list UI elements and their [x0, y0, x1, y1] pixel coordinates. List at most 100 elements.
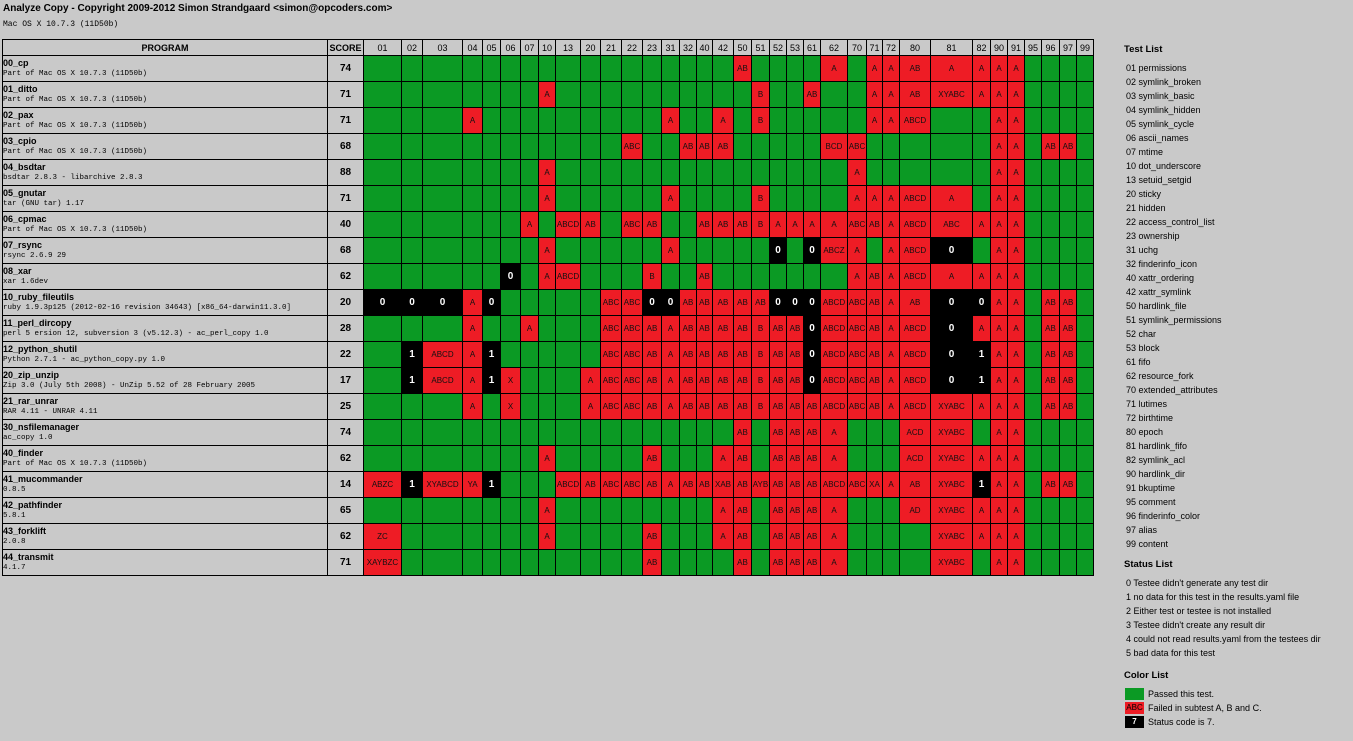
result-cell [401, 393, 423, 420]
result-cell: AB [803, 419, 821, 446]
result-cell [482, 107, 501, 134]
result-cell [482, 445, 501, 472]
result-cell [363, 263, 402, 290]
result-cell [899, 133, 931, 160]
result-cell: A [866, 107, 883, 134]
result-cell [661, 445, 680, 472]
result-cell [769, 185, 787, 212]
result-cell [803, 263, 821, 290]
result-cell: AB [803, 549, 821, 576]
result-cell [1059, 523, 1077, 550]
result-cell: AB [769, 497, 787, 524]
result-cell: AB [866, 393, 883, 420]
program-cell: 21_rar_unrar RAR 4.11 - UNRAR 4.11 [2, 393, 328, 420]
result-cell: A [882, 367, 900, 394]
result-cell [866, 133, 883, 160]
result-cell [555, 107, 581, 134]
result-cell [679, 211, 697, 238]
result-cell [462, 445, 483, 472]
result-cell [679, 159, 697, 186]
result-cell [972, 185, 991, 212]
result-cell: A [990, 367, 1008, 394]
result-cell: ABC [847, 289, 867, 316]
result-cell [482, 55, 501, 82]
result-cell [500, 159, 521, 186]
result-cell: 0 [401, 289, 423, 316]
result-cell [555, 393, 581, 420]
test-column-header: 31 [661, 39, 680, 56]
result-cell [751, 445, 770, 472]
result-cell [1059, 159, 1077, 186]
score-cell: 17 [327, 367, 364, 394]
result-cell [972, 549, 991, 576]
table-row: 10_ruby_fileutils ruby 1.9.3p125 (2012-02… [2, 289, 1094, 316]
result-cell [712, 185, 734, 212]
result-cell: A [538, 237, 556, 264]
result-cell: A [847, 263, 867, 290]
result-cell: B [751, 315, 770, 342]
program-version: Python 2.7.1 - ac_python_copy.py 1.0 [3, 356, 166, 364]
result-cell [1076, 133, 1094, 160]
test-list: 01 permissions 02 symlink_broken 03 symlin… [1124, 61, 1350, 551]
result-cell: 0 [500, 263, 521, 290]
result-cell: A [1007, 211, 1025, 238]
table-header-row: PROGRAM SCORE 01 02 03 04 05 06 07 10 13 20 21 22 23… [2, 39, 1094, 56]
test-list-item: 40 xattr_ordering [1126, 273, 1195, 283]
result-cell [621, 185, 643, 212]
result-cell: A [882, 263, 900, 290]
test-list-item: 03 symlink_basic [1126, 91, 1195, 101]
result-cell: A [580, 367, 601, 394]
result-cell: 0 [786, 289, 804, 316]
result-cell [679, 237, 697, 264]
result-cell [1059, 185, 1077, 212]
test-column-header: 81 [930, 39, 973, 56]
result-cell [1059, 263, 1077, 290]
result-cell [580, 497, 601, 524]
result-cell [679, 107, 697, 134]
result-cell: ABCD [820, 393, 848, 420]
result-cell: XYABC [930, 393, 973, 420]
result-cell [642, 81, 662, 108]
program-cell: 01_ditto Part of Mac OS X 10.7.3 (11D50b) [2, 81, 328, 108]
result-cell: A [866, 185, 883, 212]
result-cell: XAB [712, 471, 734, 498]
result-cell [363, 185, 402, 212]
program-name: 04_bsdtar [3, 162, 46, 172]
page-subtitle: Mac OS X 10.7.3 (11D50b) [3, 20, 119, 29]
result-cell: AB [696, 133, 713, 160]
result-cell: BCD [820, 133, 848, 160]
result-cell: A [462, 107, 483, 134]
result-cell [696, 523, 713, 550]
result-cell: A [1007, 107, 1025, 134]
test-list-item: 70 extended_attributes [1126, 385, 1218, 395]
result-cell [1076, 523, 1094, 550]
result-cell [555, 315, 581, 342]
result-cell [661, 523, 680, 550]
result-cell [520, 523, 539, 550]
result-cell: AB [679, 471, 697, 498]
result-cell: AB [642, 341, 662, 368]
result-cell [422, 159, 463, 186]
result-cell: A [1007, 445, 1025, 472]
test-column-header: 53 [786, 39, 804, 56]
result-cell: ABC [621, 211, 643, 238]
result-cell [520, 549, 539, 576]
result-cell [803, 55, 821, 82]
result-cell [520, 497, 539, 524]
table-row: 43_forklift 2.0.8 62 ZC A AB A AB AB AB AB A XYABC A A… [2, 523, 1094, 550]
result-cell: ABC [600, 289, 622, 316]
result-cell [1076, 81, 1094, 108]
program-name: 20_zip_unzip [3, 370, 60, 380]
program-version: Part of Mac OS X 10.7.3 (11D50b) [3, 96, 148, 104]
result-cell [1024, 289, 1042, 316]
result-cell [555, 367, 581, 394]
result-cell: A [972, 393, 991, 420]
result-cell [1024, 263, 1042, 290]
program-version: Part of Mac OS X 10.7.3 (11D50b) [3, 148, 148, 156]
result-cell [401, 419, 423, 446]
result-cell [621, 237, 643, 264]
result-cell [820, 81, 848, 108]
result-cell: A [820, 445, 848, 472]
result-cell: A [990, 445, 1008, 472]
score-cell: 14 [327, 471, 364, 498]
